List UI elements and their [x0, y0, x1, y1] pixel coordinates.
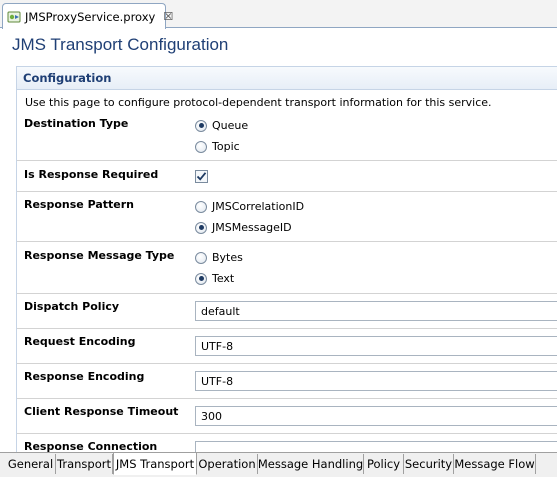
section-header[interactable]: Configuration	[17, 67, 557, 90]
text-radio[interactable]	[195, 272, 207, 285]
tab-jms-transport[interactable]: JMS Transport	[113, 453, 197, 475]
section-title: Configuration	[23, 71, 112, 85]
jmsmessageid-radio-label: JMSMessageID	[212, 221, 292, 234]
tab-security-label: Security	[404, 457, 453, 471]
is-response-required-checkbox[interactable]	[195, 170, 208, 183]
request-encoding-value: UTF-8	[201, 339, 234, 353]
editor-tab-jmsproxyservice[interactable]: JMSProxyService.proxy ☒	[2, 3, 173, 29]
response-connection-label: Response Connection	[24, 440, 158, 452]
destination-type-label: Destination Type	[24, 117, 129, 130]
section-description: Use this page to configure protocol-depe…	[25, 96, 492, 109]
dispatch-policy-value: default	[201, 304, 240, 318]
tab-message-flow[interactable]: Message Flow	[454, 454, 536, 474]
tab-transport-label: Transport	[57, 457, 111, 471]
bytes-radio-label: Bytes	[212, 251, 243, 264]
request-encoding-label: Request Encoding	[24, 335, 136, 348]
bytes-radio[interactable]	[195, 251, 207, 264]
jmscorrelationid-radio[interactable]	[195, 200, 207, 213]
tab-general-label: General	[7, 457, 54, 471]
response-pattern-correlationid-option[interactable]: JMSCorrelationID	[195, 200, 304, 213]
divider	[17, 433, 557, 434]
divider	[17, 363, 557, 364]
client-response-timeout-label: Client Response Timeout	[24, 405, 179, 418]
divider	[17, 241, 557, 242]
configuration-section: Configuration Use this page to configure…	[16, 66, 557, 452]
queue-radio-label: Queue	[212, 119, 249, 132]
topic-radio[interactable]	[195, 140, 207, 153]
divider	[17, 160, 557, 161]
text-radio-label: Text	[212, 272, 235, 285]
close-icon[interactable]: ☒	[163, 11, 173, 22]
tab-operation[interactable]: Operation	[197, 454, 258, 474]
divider	[17, 328, 557, 329]
tab-policy-label: Policy	[366, 457, 401, 471]
response-message-type-label: Response Message Type	[24, 249, 175, 262]
response-encoding-field[interactable]: UTF-8	[195, 371, 557, 391]
queue-radio[interactable]	[195, 119, 207, 132]
jmscorrelationid-radio-label: JMSCorrelationID	[212, 200, 305, 213]
tab-message-flow-label: Message Flow	[454, 457, 535, 471]
dispatch-policy-label: Dispatch Policy	[24, 300, 120, 313]
response-pattern-label: Response Pattern	[24, 198, 134, 211]
jmsmessageid-radio[interactable]	[195, 221, 207, 234]
tab-transport[interactable]: Transport	[56, 454, 113, 474]
destination-type-queue-option[interactable]: Queue	[195, 119, 248, 132]
editor-tab-label: JMSProxyService.proxy	[25, 9, 156, 24]
tab-policy[interactable]: Policy	[364, 454, 404, 474]
checkmark-icon	[196, 172, 207, 181]
editor-tab-strip: JMSProxyService.proxy ☒	[0, 0, 557, 29]
tab-operation-label: Operation	[198, 457, 256, 471]
divider	[17, 293, 557, 294]
tab-general[interactable]: General	[6, 454, 56, 474]
client-response-timeout-field[interactable]: 300	[195, 406, 557, 426]
destination-type-topic-option[interactable]: Topic	[195, 140, 240, 153]
client-response-timeout-value: 300	[201, 409, 222, 423]
response-encoding-value: UTF-8	[201, 374, 234, 388]
response-message-type-bytes-option[interactable]: Bytes	[195, 251, 243, 264]
tab-message-handling[interactable]: Message Handling	[258, 454, 364, 474]
response-message-type-text-option[interactable]: Text	[195, 272, 234, 285]
page-tab-bar: General Transport JMS Transport Operatio…	[0, 452, 557, 477]
tab-jms-transport-label: JMS Transport	[115, 456, 195, 471]
proxy-service-icon	[7, 10, 21, 24]
divider	[17, 398, 557, 399]
tab-security[interactable]: Security	[404, 454, 454, 474]
tab-message-handling-label: Message Handling	[257, 457, 364, 471]
response-pattern-messageid-option[interactable]: JMSMessageID	[195, 221, 292, 234]
request-encoding-field[interactable]: UTF-8	[195, 336, 557, 356]
response-connection-field[interactable]	[195, 441, 557, 452]
response-encoding-label: Response Encoding	[24, 370, 145, 383]
topic-radio-label: Topic	[212, 140, 240, 153]
is-response-required-label: Is Response Required	[24, 168, 159, 181]
page-title: JMS Transport Configuration	[12, 35, 229, 54]
divider	[17, 191, 557, 192]
dispatch-policy-field[interactable]: default	[195, 301, 557, 321]
